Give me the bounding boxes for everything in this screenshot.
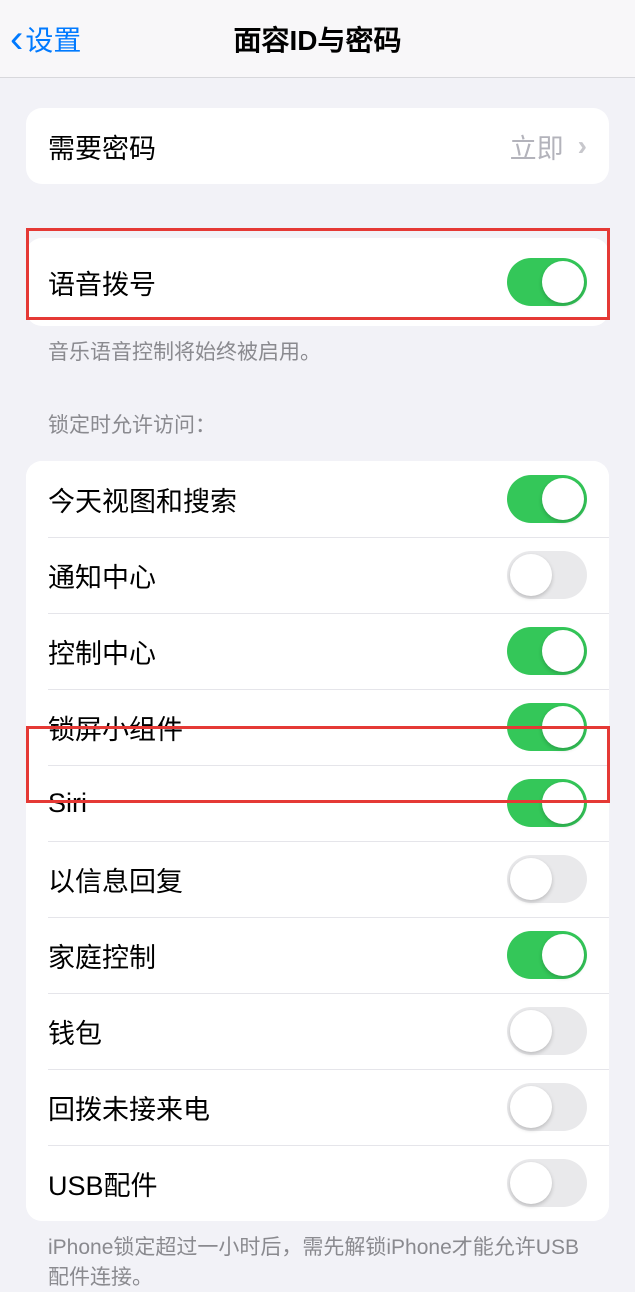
lock-access-row: 家庭控制: [26, 917, 609, 993]
lock-access-toggle[interactable]: [507, 1083, 587, 1131]
voice-dial-row: 语音拨号: [26, 238, 609, 326]
back-button[interactable]: ‹ 设置: [0, 19, 81, 59]
lock-access-label: 回拨未接来电: [48, 1088, 210, 1127]
back-label: 设置: [25, 19, 81, 59]
passcode-group: 需要密码 立即 ›: [26, 108, 609, 184]
require-passcode-value: 立即 ›: [510, 127, 587, 166]
lock-access-toggle[interactable]: [507, 1007, 587, 1055]
voice-dial-toggle[interactable]: [507, 258, 587, 306]
lock-access-row: 今天视图和搜索: [26, 461, 609, 537]
lock-access-label: 今天视图和搜索: [48, 480, 237, 519]
toggle-knob: [542, 261, 584, 303]
lock-access-header: 锁定时允许访问：: [26, 367, 609, 449]
lock-access-toggle[interactable]: [507, 1159, 587, 1207]
navigation-bar: ‹ 设置 面容ID与密码: [0, 0, 635, 78]
lock-access-row: 控制中心: [26, 613, 609, 689]
require-passcode-row[interactable]: 需要密码 立即 ›: [26, 108, 609, 184]
lock-access-label: 钱包: [48, 1012, 102, 1051]
toggle-knob: [542, 934, 584, 976]
lock-access-toggle[interactable]: [507, 627, 587, 675]
lock-access-toggle[interactable]: [507, 475, 587, 523]
lock-access-label: 锁屏小组件: [48, 708, 183, 747]
toggle-knob: [510, 1086, 552, 1128]
lock-access-toggle[interactable]: [507, 703, 587, 751]
toggle-knob: [510, 1162, 552, 1204]
lock-access-row: 通知中心: [26, 537, 609, 613]
lock-access-row: Siri: [26, 765, 609, 841]
toggle-knob: [542, 782, 584, 824]
lock-access-toggle[interactable]: [507, 855, 587, 903]
lock-access-label: Siri: [48, 788, 87, 819]
lock-access-footer: iPhone锁定超过一小时后，需先解锁iPhone才能允许USB配件连接。: [26, 1221, 609, 1292]
toggle-knob: [510, 554, 552, 596]
toggle-knob: [542, 630, 584, 672]
voice-dial-label: 语音拨号: [48, 263, 156, 302]
lock-access-toggle[interactable]: [507, 551, 587, 599]
lock-access-row: 钱包: [26, 993, 609, 1069]
toggle-knob: [510, 858, 552, 900]
toggle-knob: [510, 1010, 552, 1052]
lock-access-row: 回拨未接来电: [26, 1069, 609, 1145]
lock-access-label: 控制中心: [48, 632, 156, 671]
lock-access-row: 锁屏小组件: [26, 689, 609, 765]
voice-dial-group: 语音拨号: [26, 238, 609, 326]
lock-access-toggle[interactable]: [507, 779, 587, 827]
lock-access-row: USB配件: [26, 1145, 609, 1221]
lock-access-group: 今天视图和搜索通知中心控制中心锁屏小组件 Siri 以信息回复家庭控制钱包回拨未接来…: [26, 461, 609, 1221]
toggle-knob: [542, 706, 584, 748]
lock-access-row: 以信息回复: [26, 841, 609, 917]
lock-access-toggle[interactable]: [507, 931, 587, 979]
lock-access-label: USB配件: [48, 1164, 158, 1203]
lock-access-label: 家庭控制: [48, 936, 156, 975]
chevron-right-icon: ›: [578, 130, 587, 162]
require-passcode-label: 需要密码: [48, 127, 156, 166]
lock-access-label: 以信息回复: [48, 860, 183, 899]
lock-access-label: 通知中心: [48, 556, 156, 595]
chevron-left-icon: ‹: [10, 19, 23, 59]
page-title: 面容ID与密码: [233, 19, 401, 59]
toggle-knob: [542, 478, 584, 520]
voice-dial-footer: 音乐语音控制将始终被启用。: [26, 326, 609, 367]
